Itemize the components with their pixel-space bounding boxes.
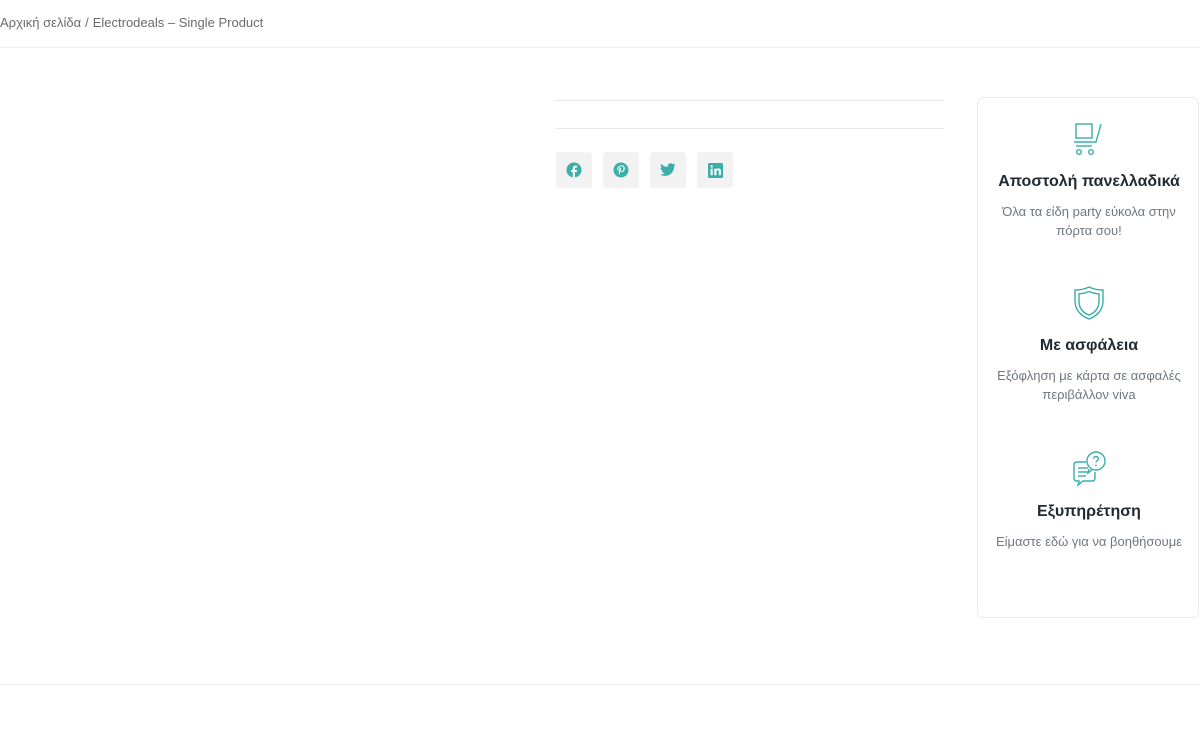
footer-divider bbox=[0, 684, 1200, 685]
feature-support-title: Εξυπηρέτηση bbox=[1037, 503, 1141, 520]
twitter-icon bbox=[660, 163, 676, 176]
feature-security-description: Εξόφληση με κάρτα σε ασφαλές περιβάλλον … bbox=[997, 368, 1181, 402]
share-facebook-button[interactable] bbox=[556, 152, 592, 188]
feature-shipping-title: Αποστολή πανελλαδικά bbox=[998, 173, 1180, 190]
product-divider-top bbox=[556, 100, 944, 101]
shield-icon bbox=[1074, 286, 1104, 320]
support-chat-icon bbox=[1073, 451, 1106, 487]
pinterest-icon bbox=[613, 162, 629, 178]
feature-support: Εξυπηρέτηση Είμαστε εδώ για να βοηθήσουμ… bbox=[978, 448, 1200, 551]
breadcrumb-separator: / bbox=[85, 15, 89, 30]
breadcrumb-current: Electrodeals – Single Product bbox=[92, 15, 264, 30]
breadcrumb-home-link[interactable]: Αρχική σελίδα bbox=[0, 15, 81, 30]
social-share bbox=[556, 152, 733, 188]
breadcrumb: Αρχική σελίδα / Electrodeals – Single Prod… bbox=[0, 15, 263, 30]
feature-shipping-description: Όλα τα είδη party εύκολα στην πόρτα σου! bbox=[1002, 204, 1176, 238]
features-card: Αποστολή πανελλαδικά Όλα τα είδη party ε… bbox=[977, 97, 1199, 618]
linkedin-icon bbox=[707, 162, 723, 178]
share-twitter-button[interactable] bbox=[650, 152, 686, 188]
facebook-icon bbox=[566, 162, 582, 178]
cart-icon bbox=[1074, 123, 1102, 156]
breadcrumb-bar: Αρχική σελίδα / Electrodeals – Single Prod… bbox=[0, 0, 1200, 48]
share-pinterest-button[interactable] bbox=[603, 152, 639, 188]
feature-shipping: Αποστολή πανελλαδικά Όλα τα είδη party ε… bbox=[978, 120, 1200, 240]
product-page: Αρχική σελίδα / Electrodeals – Single Prod… bbox=[0, 0, 1200, 754]
share-linkedin-button[interactable] bbox=[697, 152, 733, 188]
feature-security: Με ασφάλεια Εξόφληση με κάρτα σε ασφαλές… bbox=[978, 284, 1200, 404]
feature-support-description: Είμαστε εδώ για να βοηθήσουμε bbox=[995, 534, 1183, 549]
product-divider-bottom bbox=[556, 128, 944, 129]
feature-security-title: Με ασφάλεια bbox=[1039, 337, 1139, 354]
